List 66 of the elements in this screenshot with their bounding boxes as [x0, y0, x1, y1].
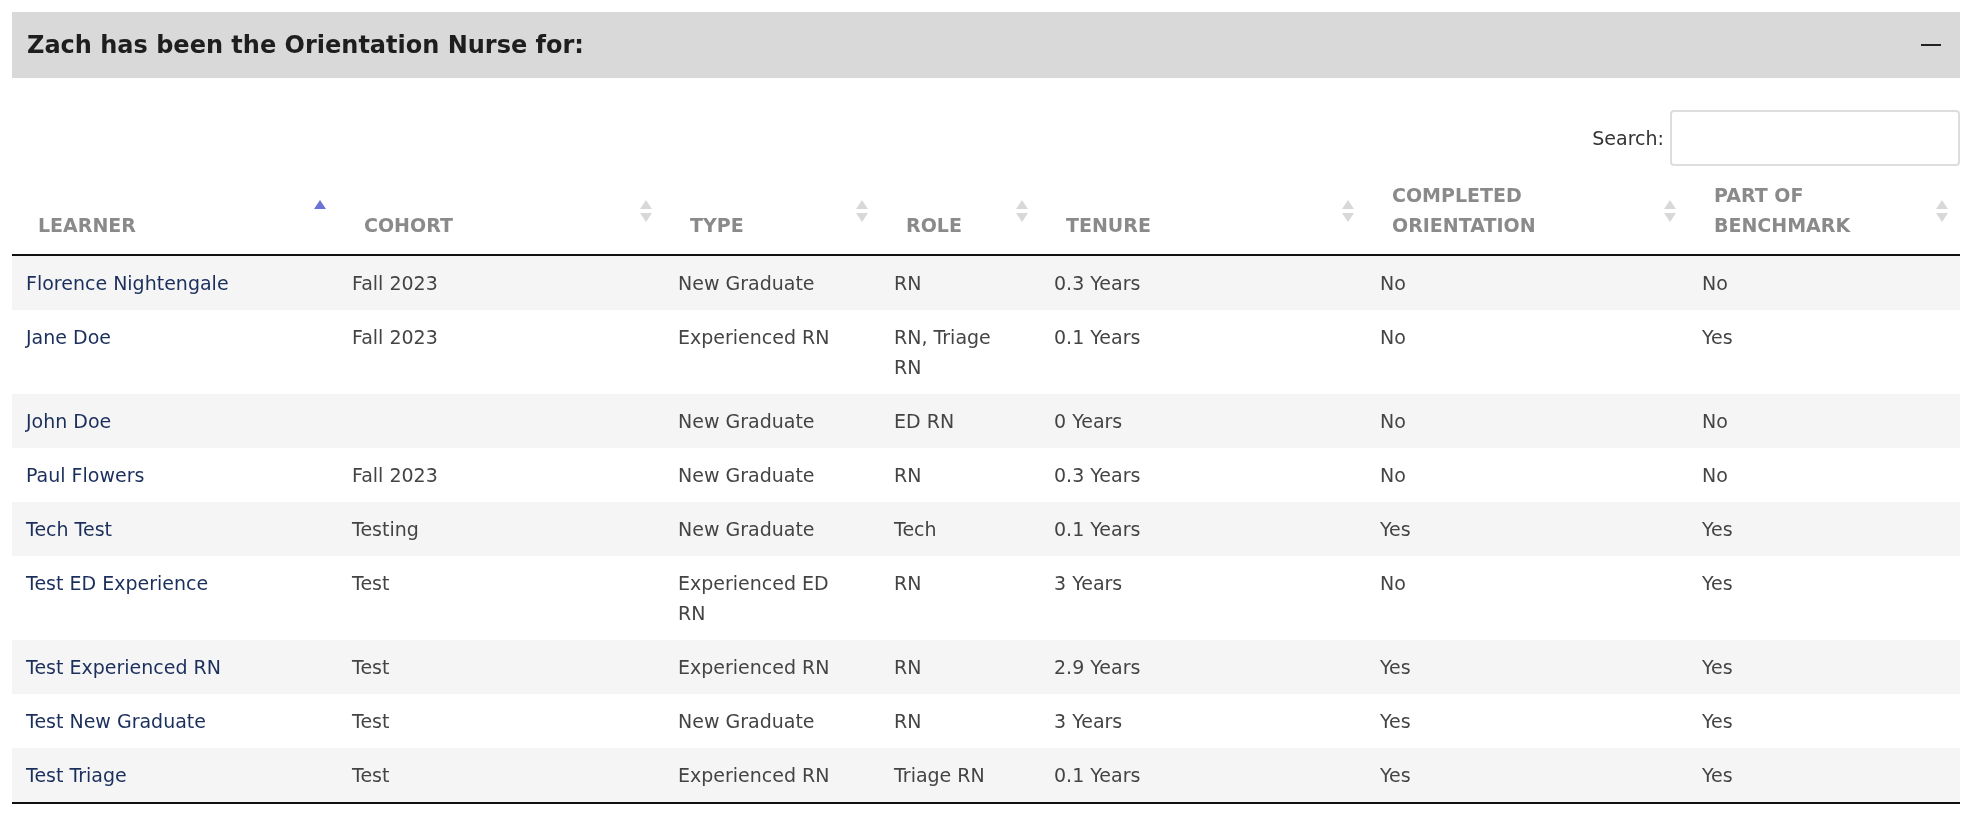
learner-link[interactable]: Test Triage	[26, 764, 127, 786]
search-label: Search:	[1592, 127, 1664, 149]
learner-link[interactable]: Florence Nightengale	[26, 272, 229, 294]
table-cell: Experienced RN	[678, 656, 830, 678]
learner-link[interactable]: Test New Graduate	[26, 710, 206, 732]
table-cell: Yes	[1380, 764, 1411, 786]
table-cell: Yes	[1702, 518, 1733, 540]
table-cell: Yes	[1380, 656, 1411, 678]
table-cell: Triage RN	[894, 764, 985, 786]
table-cell: No	[1380, 464, 1406, 486]
table-cell: 0.1 Years	[1054, 326, 1141, 348]
table-cell: Yes	[1380, 518, 1411, 540]
table-cell: Test	[352, 572, 390, 594]
table-cell: RN, Triage RN	[894, 326, 991, 378]
table-cell: RN	[894, 464, 922, 486]
learner-link[interactable]: Tech Test	[26, 518, 112, 540]
table-cell: Fall 2023	[352, 464, 438, 486]
table-cell: 3 Years	[1054, 710, 1123, 732]
table-cell: No	[1702, 272, 1728, 294]
table-cell: 2.9 Years	[1054, 656, 1141, 678]
table-cell: Fall 2023	[352, 272, 438, 294]
table-cell: New Graduate	[678, 410, 815, 432]
table-cell: Experienced ED RN	[678, 572, 829, 624]
table-cell: Yes	[1702, 656, 1733, 678]
table-cell: No	[1702, 464, 1728, 486]
learner-link[interactable]: Jane Doe	[26, 326, 111, 348]
table-cell: ED RN	[894, 410, 955, 432]
learner-link[interactable]: John Doe	[26, 410, 112, 432]
table-cell: 0.1 Years	[1054, 764, 1141, 786]
learner-link[interactable]: Test Experienced RN	[26, 656, 221, 678]
table-cell: Experienced RN	[678, 764, 830, 786]
table-cell: 0.3 Years	[1054, 272, 1141, 294]
table-cell: RN	[894, 272, 922, 294]
table-cell: New Graduate	[678, 710, 815, 732]
table-cell: Testing	[352, 518, 419, 540]
table-cell: RN	[894, 710, 922, 732]
table-cell: No	[1380, 572, 1406, 594]
table-cell: Fall 2023	[352, 326, 438, 348]
table-cell: Test	[352, 656, 390, 678]
table-cell: Tech	[894, 518, 937, 540]
table-cell: 0 Years	[1054, 410, 1123, 432]
search-field[interactable]	[1670, 110, 1960, 166]
table-cell: No	[1380, 326, 1406, 348]
table-cell: Yes	[1702, 710, 1733, 732]
table-cell: Yes	[1702, 326, 1733, 348]
table-cell: 0.3 Years	[1054, 464, 1141, 486]
table-cell: RN	[894, 572, 922, 594]
table-cell: 3 Years	[1054, 572, 1123, 594]
table-cell: Test	[352, 764, 390, 786]
table-cell: No	[1380, 272, 1406, 294]
table-cell: New Graduate	[678, 464, 815, 486]
table-cell: New Graduate	[678, 518, 815, 540]
table-cell: Yes	[1380, 710, 1411, 732]
learner-link[interactable]: Test ED Experience	[26, 572, 209, 594]
table-cell: Yes	[1702, 572, 1733, 594]
table-cell: No	[1380, 410, 1406, 432]
learner-link[interactable]: Paul Flowers	[26, 464, 145, 486]
table-cell: Yes	[1702, 764, 1733, 786]
table-cell: 0.1 Years	[1054, 518, 1141, 540]
table-cell: Test	[352, 710, 390, 732]
table-cell: RN	[894, 656, 922, 678]
table-cell: New Graduate	[678, 272, 815, 294]
panel-title: Zach has been the Orientation Nurse for:	[27, 31, 584, 59]
table-cell: Experienced RN	[678, 326, 830, 348]
table-cell: No	[1702, 410, 1728, 432]
minus-icon	[1921, 44, 1941, 46]
